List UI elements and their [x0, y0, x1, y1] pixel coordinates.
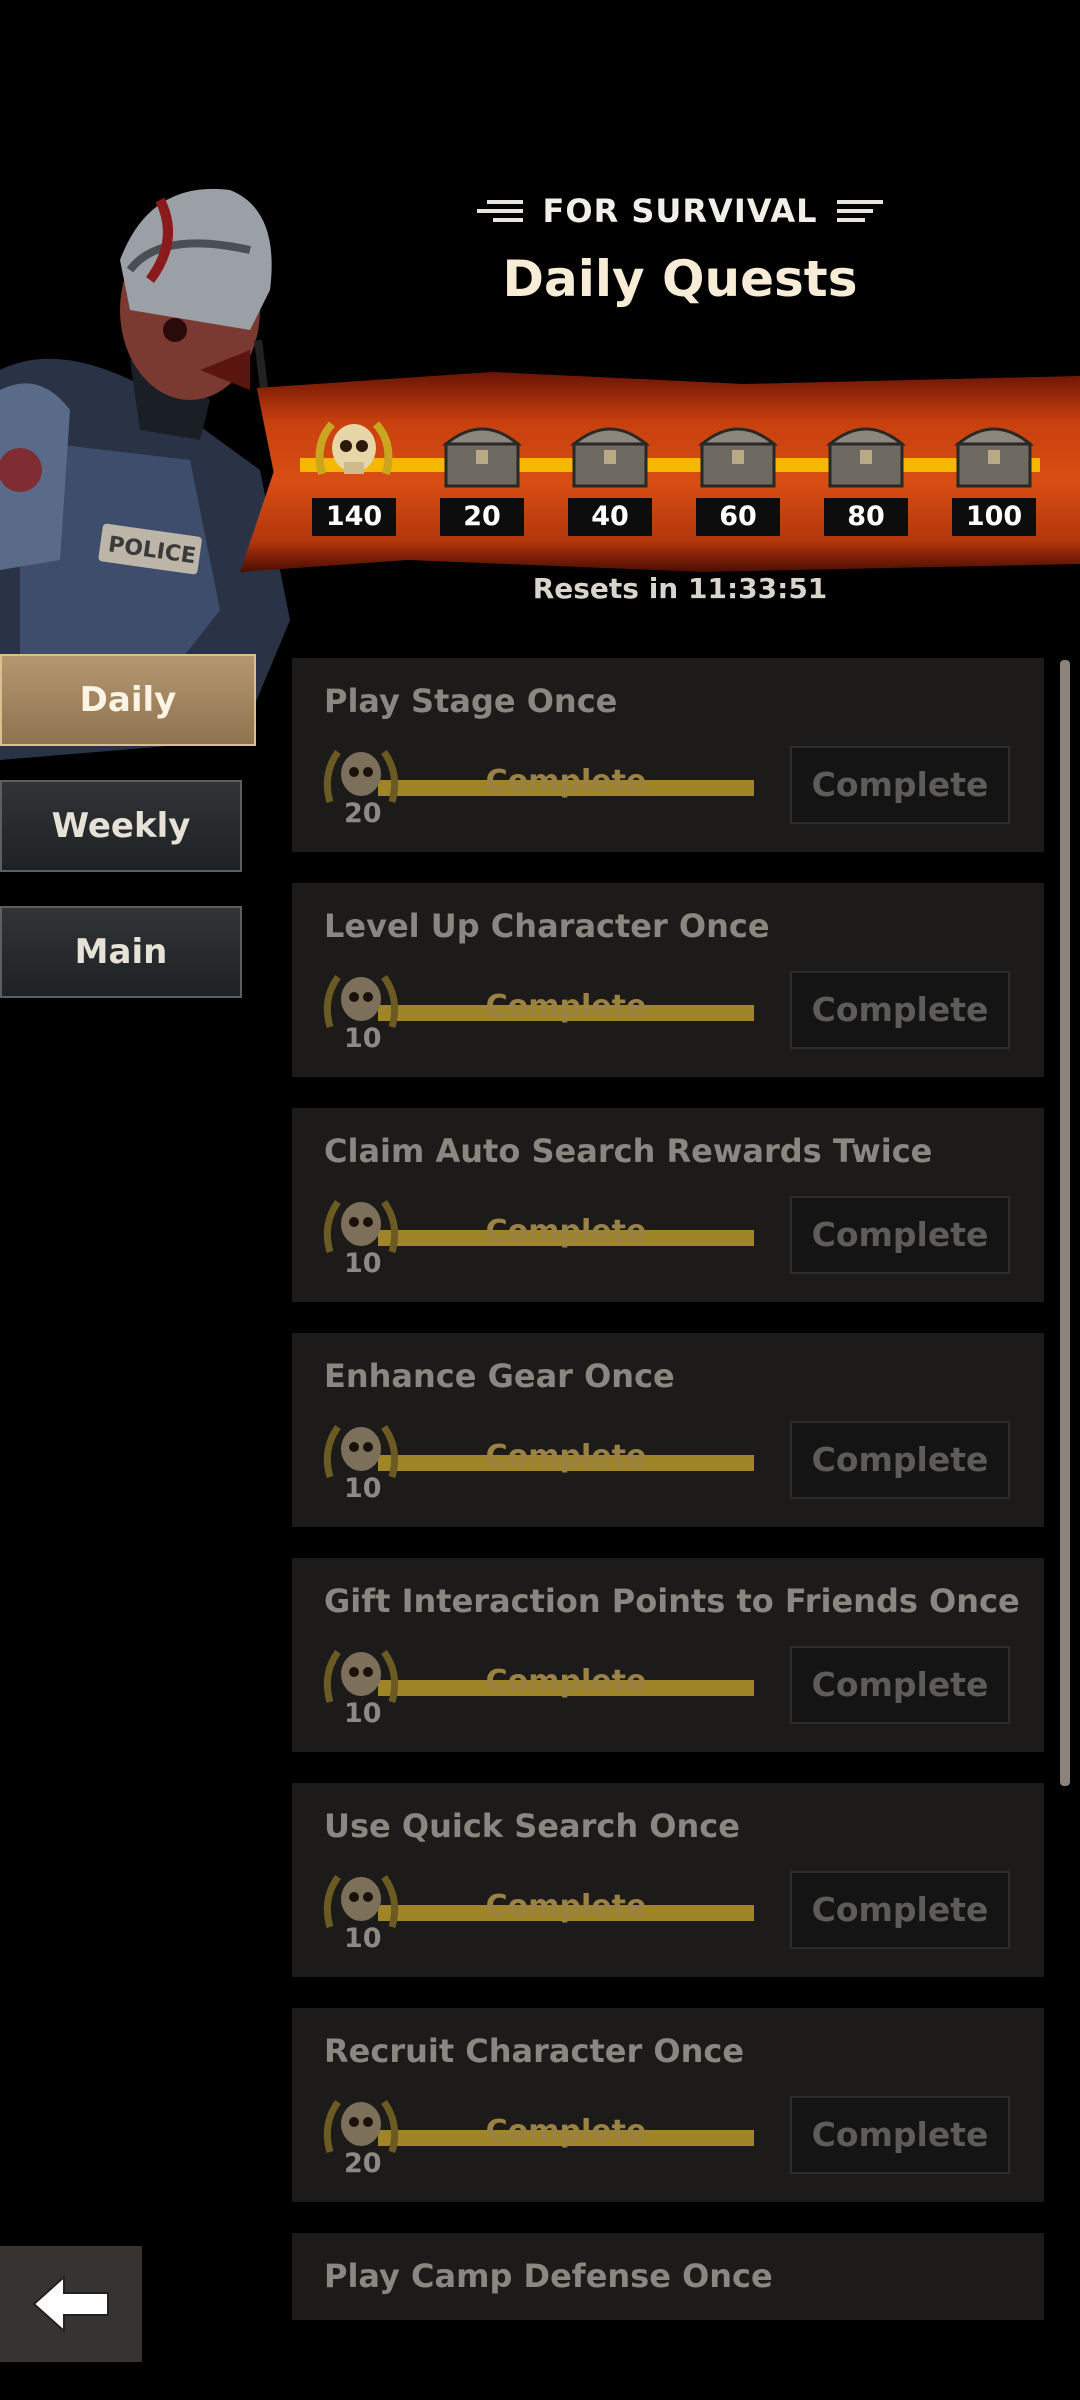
quest-complete-button[interactable]: Complete [790, 1871, 1010, 1949]
reset-timer: Resets in 11:33:51 [532, 572, 828, 605]
quest-complete-button[interactable]: Complete [790, 1196, 1010, 1274]
quest-complete-button[interactable]: Complete [790, 746, 1010, 824]
chest-icon [826, 427, 906, 488]
quest-list-scrollbar[interactable] [1060, 660, 1070, 1786]
quest-title: Play Stage Once [324, 682, 618, 720]
quest-points: 10 [344, 1923, 382, 1954]
quest-points: 20 [344, 798, 382, 829]
quest-complete-button[interactable]: Complete [790, 2096, 1010, 2174]
quest-title: Gift Interaction Points to Friends Once [324, 1582, 1020, 1620]
points-milestone-current: 140 [306, 410, 402, 540]
chest-icon [698, 427, 778, 488]
quest-complete-button[interactable]: Complete [790, 971, 1010, 1049]
quest-list[interactable]: Play Stage Once Complete 20 Complete Lev… [292, 658, 1044, 2320]
quest-progress-label: Complete [485, 1664, 647, 1699]
quest-points: 20 [344, 2148, 382, 2179]
quest-points: 10 [344, 1248, 382, 1279]
quest-progress-label: Complete [485, 1889, 647, 1924]
progress-track [300, 458, 1040, 472]
quest-points: 10 [344, 1023, 382, 1054]
quest-points: 10 [344, 1698, 382, 1729]
quest-progress-label: Complete [485, 1439, 647, 1474]
quest-card: Play Camp Defense Once [292, 2233, 1044, 2320]
chest-icon [442, 427, 522, 488]
quest-progress-label: Complete [485, 764, 647, 799]
milestone-chest-5[interactable]: 100 [946, 410, 1042, 540]
chest-icon [954, 427, 1034, 488]
chest-icon [570, 427, 650, 488]
back-arrow-icon [32, 2274, 109, 2334]
quest-card: Enhance Gear Once Complete 10 Complete [292, 1333, 1044, 1527]
quest-card: Level Up Character Once Complete 10 Comp… [292, 883, 1044, 1077]
tab-daily[interactable]: Daily [0, 654, 256, 746]
right-decor-lines [837, 200, 884, 222]
quest-progress-label: Complete [485, 989, 647, 1024]
milestone-value: 100 [952, 498, 1036, 536]
quest-card: Gift Interaction Points to Friends Once … [292, 1558, 1044, 1752]
milestone-value: 40 [568, 498, 652, 536]
quest-title: Enhance Gear Once [324, 1357, 675, 1395]
skull-laurel-icon [315, 421, 393, 476]
quest-title: Claim Auto Search Rewards Twice [324, 1132, 933, 1170]
quest-title: Level Up Character Once [324, 907, 770, 945]
back-button[interactable] [0, 2246, 142, 2362]
quest-card: Recruit Character Once Complete 20 Compl… [292, 2008, 1044, 2202]
quest-title: Play Camp Defense Once [324, 2257, 773, 2295]
header-subtitle: FOR SURVIVAL [542, 192, 818, 230]
current-points: 140 [312, 498, 396, 536]
quest-card: Claim Auto Search Rewards Twice Complete… [292, 1108, 1044, 1302]
milestone-value: 60 [696, 498, 780, 536]
tab-main[interactable]: Main [0, 906, 242, 998]
quest-title: Recruit Character Once [324, 2032, 745, 2070]
left-decor-lines [476, 200, 523, 222]
milestone-value: 80 [824, 498, 908, 536]
quest-complete-button[interactable]: Complete [790, 1646, 1010, 1724]
quest-card: Use Quick Search Once Complete 10 Comple… [292, 1783, 1044, 1977]
milestone-chest-2[interactable]: 40 [562, 410, 658, 540]
quest-points: 10 [344, 1473, 382, 1504]
quest-title: Use Quick Search Once [324, 1807, 740, 1845]
quest-progress-label: Complete [485, 1214, 647, 1249]
quest-complete-button[interactable]: Complete [790, 1421, 1010, 1499]
quest-progress-label: Complete [485, 2114, 647, 2149]
milestone-chest-3[interactable]: 60 [690, 410, 786, 540]
milestone-chest-1[interactable]: 20 [434, 410, 530, 540]
tab-weekly[interactable]: Weekly [0, 780, 242, 872]
milestone-chest-4[interactable]: 80 [818, 410, 914, 540]
quest-card: Play Stage Once Complete 20 Complete [292, 658, 1044, 852]
page-title: Daily Quests [502, 250, 858, 308]
milestone-value: 20 [440, 498, 524, 536]
